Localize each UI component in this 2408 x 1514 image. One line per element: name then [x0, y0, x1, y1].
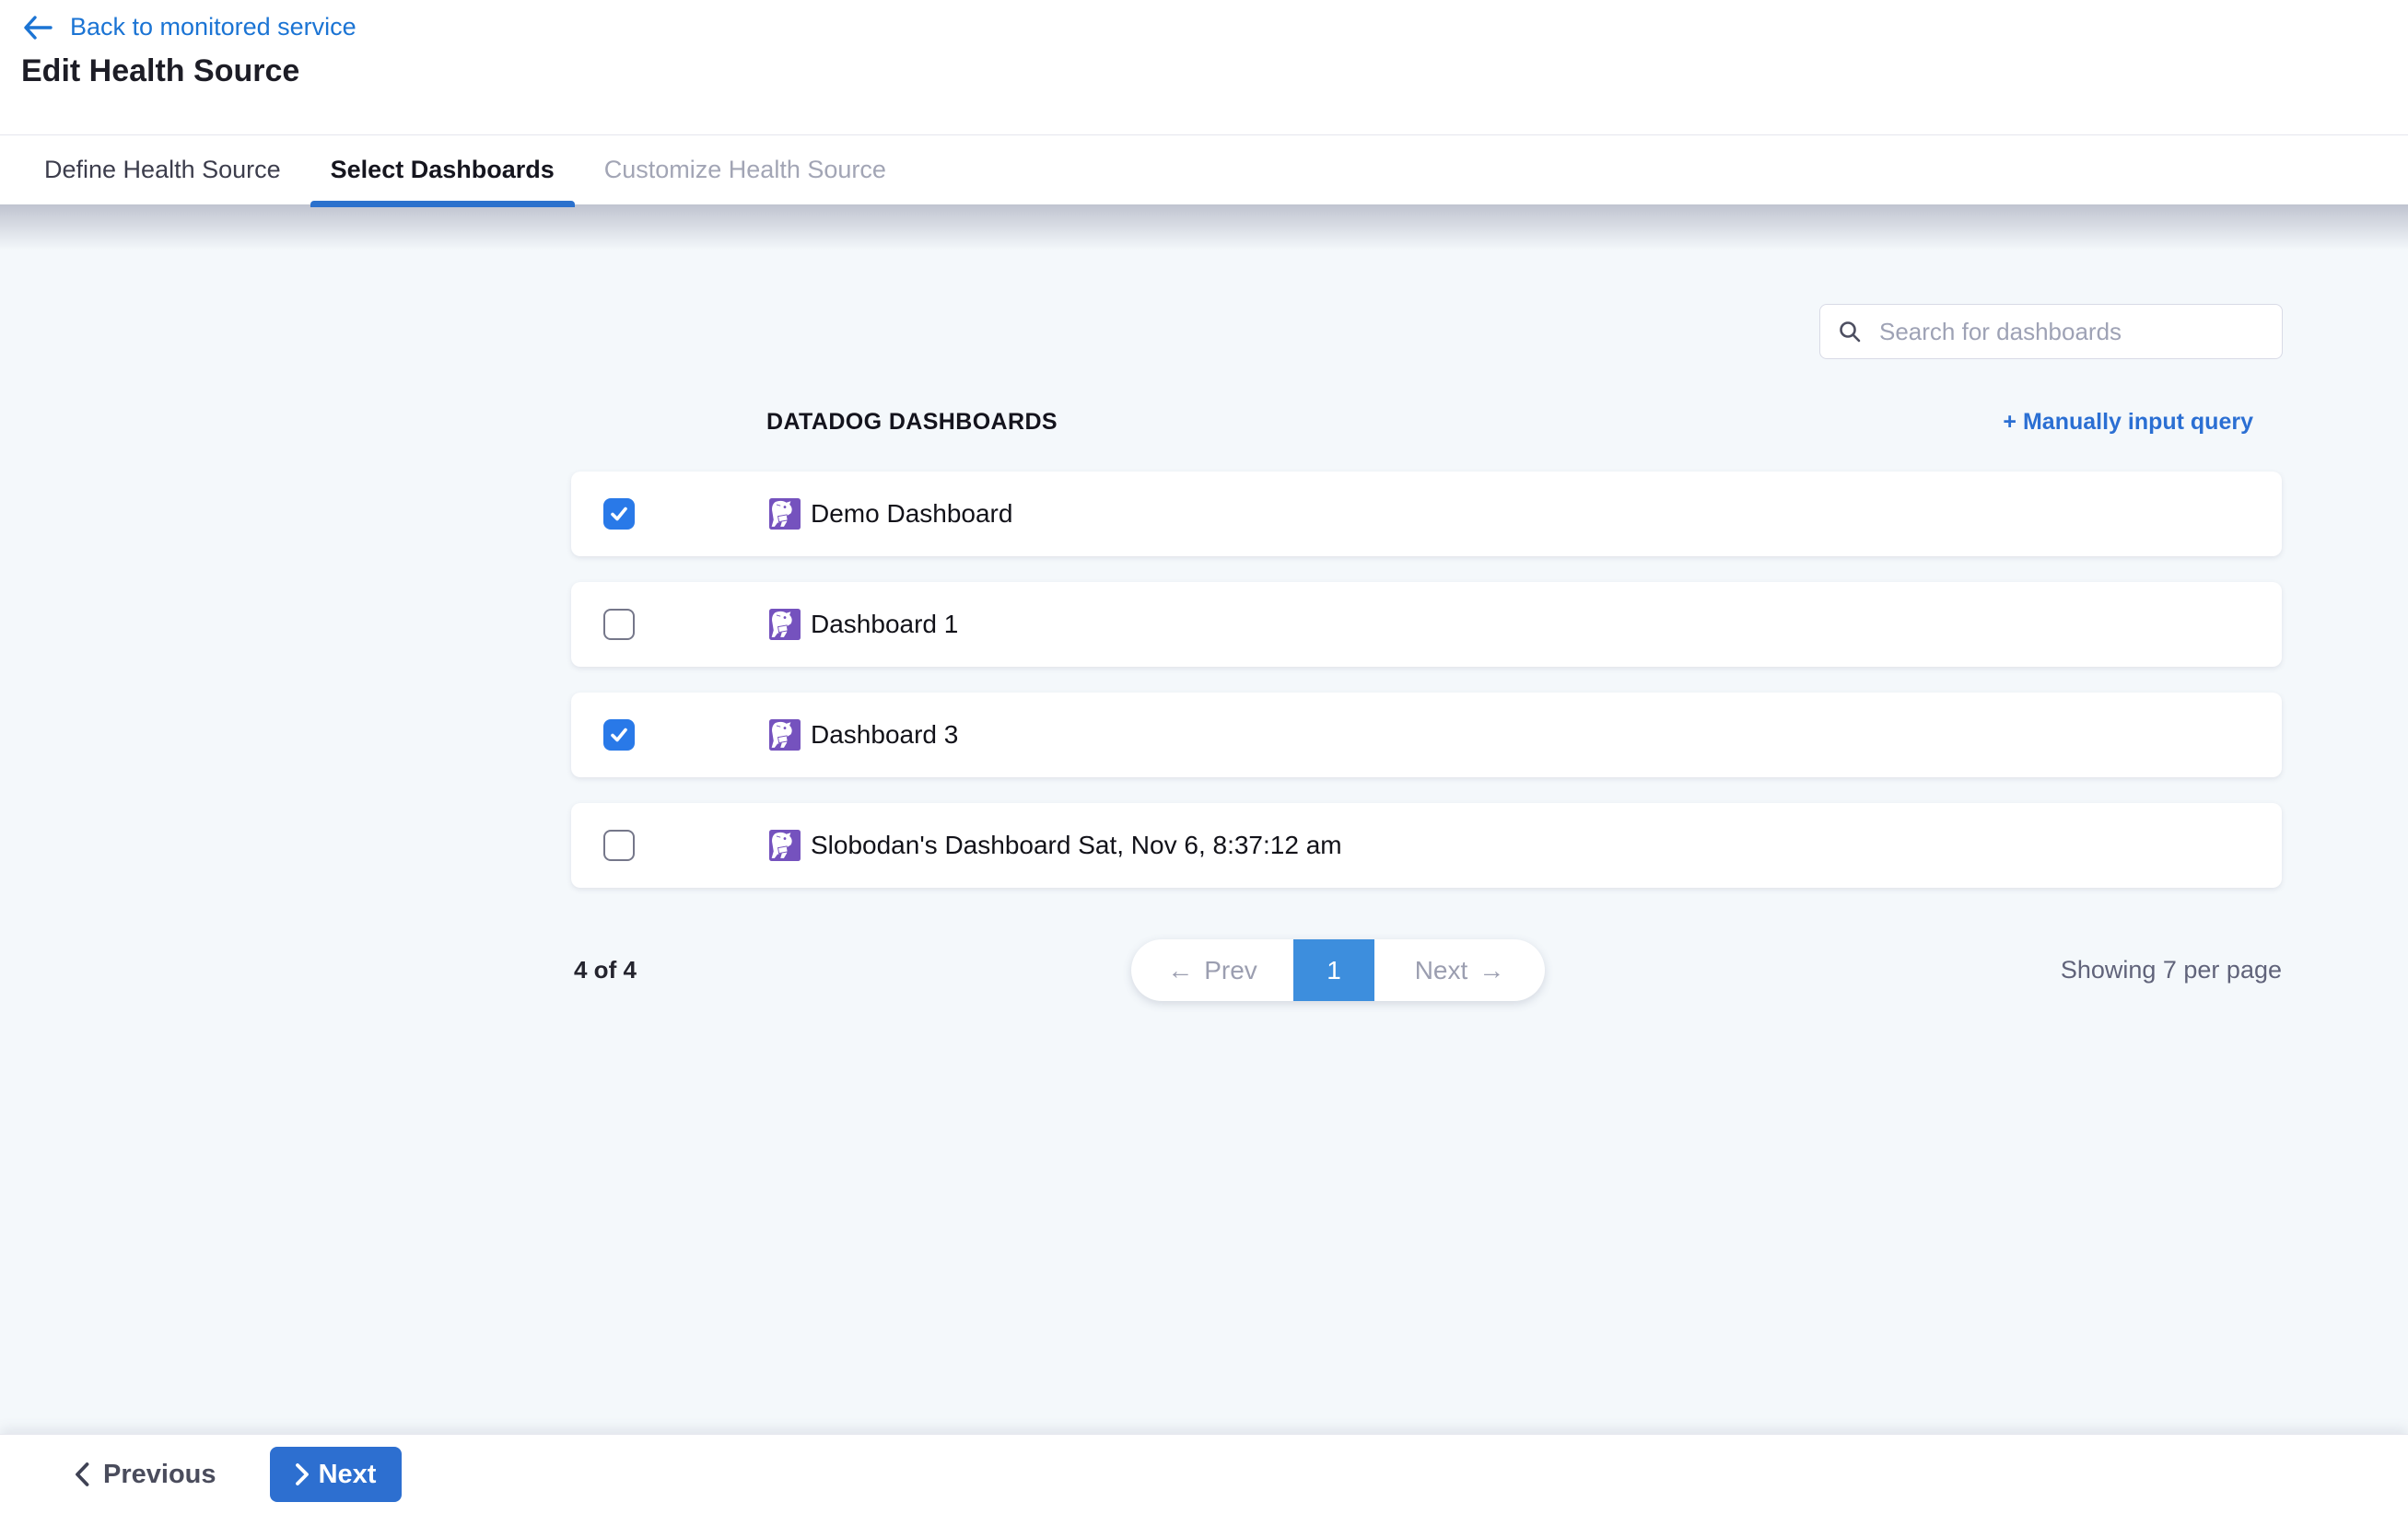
column-header-datadog-dashboards: DATADOG DASHBOARDS: [766, 409, 1058, 436]
dashboard-list: Demo Dashboard Dashboard 1: [571, 472, 2282, 914]
dashboard-search: [1819, 304, 2283, 359]
dashboard-checkbox[interactable]: [603, 609, 635, 640]
dashboard-row[interactable]: Dashboard 3: [571, 693, 2282, 777]
checkmark-icon: [608, 503, 630, 525]
checkmark-icon: [608, 724, 630, 746]
datadog-icon: [769, 719, 801, 751]
per-page-label: Showing 7 per page: [2061, 956, 2282, 984]
pager-next-label: Next: [1415, 956, 1468, 985]
next-button-label: Next: [319, 1460, 377, 1490]
previous-button-label: Previous: [103, 1460, 216, 1490]
previous-button[interactable]: Previous: [74, 1460, 216, 1490]
dashboard-checkbox[interactable]: [603, 498, 635, 530]
left-arrow-icon: ←: [1167, 956, 1193, 985]
back-to-monitored-service-link[interactable]: Back to monitored service: [22, 13, 357, 41]
datadog-icon: [769, 498, 801, 530]
pager: ← Prev 1 Next →: [1131, 939, 1545, 1001]
dashboard-row[interactable]: Dashboard 1: [571, 582, 2282, 667]
wizard-footer: Previous Next: [0, 1434, 2408, 1514]
dashboard-row-label: Slobodan's Dashboard Sat, Nov 6, 8:37:12…: [811, 831, 1342, 860]
search-input[interactable]: [1819, 304, 2283, 359]
dashboard-row-label: Dashboard 1: [811, 610, 958, 639]
dashboard-row[interactable]: Slobodan's Dashboard Sat, Nov 6, 8:37:12…: [571, 803, 2282, 888]
result-count: 4 of 4: [574, 956, 637, 984]
pager-prev-button[interactable]: ← Prev: [1131, 939, 1293, 1001]
pager-next-button[interactable]: Next →: [1374, 939, 1545, 1001]
chevron-left-icon: [74, 1462, 90, 1487]
chevron-right-icon: [295, 1462, 310, 1486]
select-dashboards-panel: DATADOG DASHBOARDS + Manually input quer…: [0, 204, 2408, 1434]
right-arrow-icon: →: [1479, 956, 1504, 985]
dashboard-row-label: Demo Dashboard: [811, 499, 1012, 529]
page-header: Back to monitored service Edit Health So…: [0, 0, 2408, 134]
dashboard-checkbox[interactable]: [603, 719, 635, 751]
tab-select-dashboards[interactable]: Select Dashboards: [310, 135, 575, 204]
tab-customize-health-source[interactable]: Customize Health Source: [584, 135, 906, 204]
search-icon: [1838, 320, 1863, 344]
manually-input-query-link[interactable]: + Manually input query: [2003, 409, 2253, 436]
pager-prev-label: Prev: [1204, 956, 1257, 985]
page-title: Edit Health Source: [21, 53, 299, 89]
back-arrow-icon: [22, 15, 53, 41]
pagination: 4 of 4 ← Prev 1 Next → Showing 7 per pag…: [571, 939, 2282, 1001]
dashboard-checkbox[interactable]: [603, 830, 635, 861]
datadog-icon: [769, 830, 801, 861]
health-source-tabs: Define Health Source Select Dashboards C…: [0, 134, 2408, 204]
dashboard-row[interactable]: Demo Dashboard: [571, 472, 2282, 556]
pager-page-1[interactable]: 1: [1293, 939, 1374, 1001]
dashboard-row-label: Dashboard 3: [811, 720, 958, 750]
tab-define-health-source[interactable]: Define Health Source: [24, 135, 301, 204]
next-button[interactable]: Next: [270, 1447, 402, 1502]
datadog-icon: [769, 609, 801, 640]
back-link-label: Back to monitored service: [70, 13, 357, 41]
list-toolbar: DATADOG DASHBOARDS + Manually input quer…: [571, 409, 2282, 436]
